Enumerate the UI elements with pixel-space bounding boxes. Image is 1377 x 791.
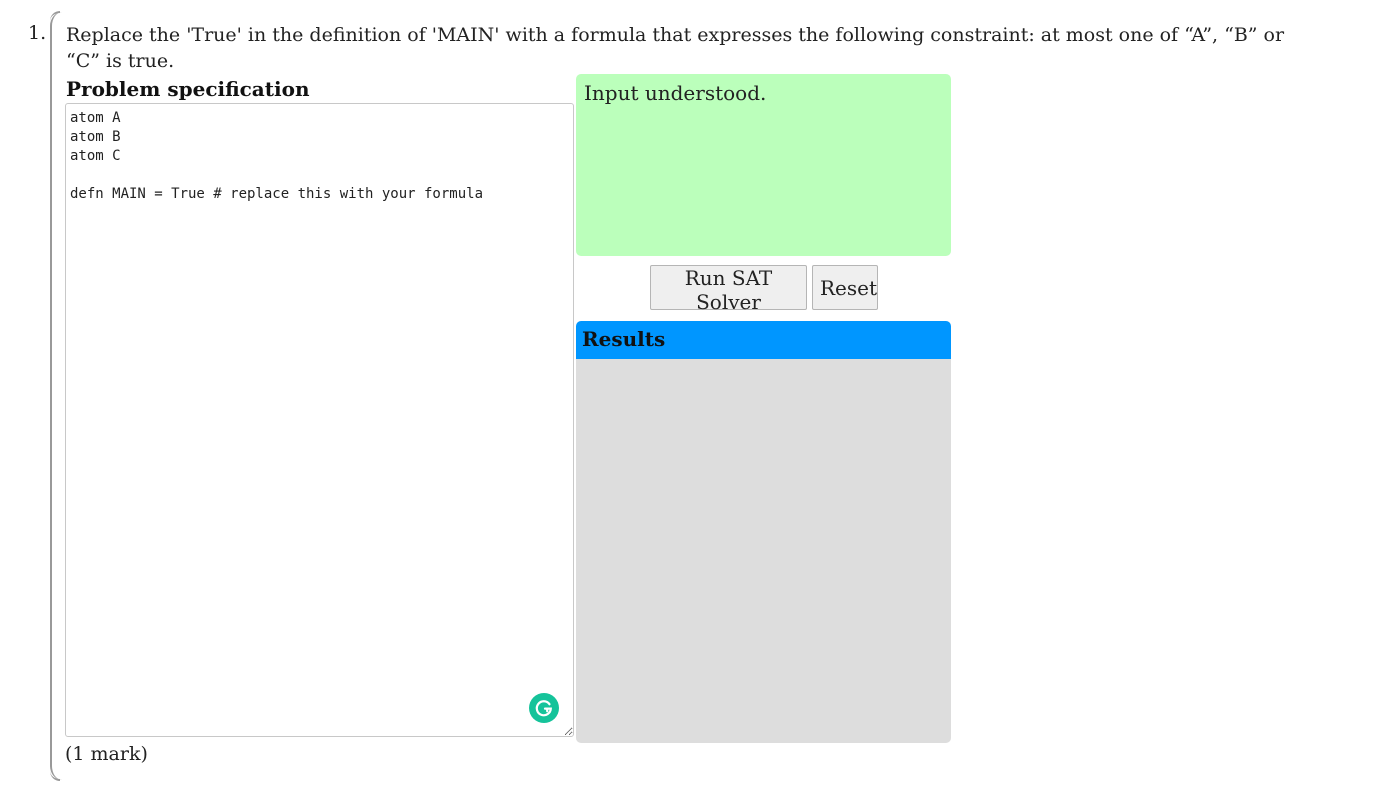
results-header: Results: [576, 321, 951, 359]
grammarly-g-glyph: [535, 700, 552, 717]
status-panel: Input understood.: [576, 74, 951, 256]
marks-label: (1 mark): [65, 743, 148, 765]
question-number: 1.: [28, 22, 47, 44]
status-message: Input understood.: [584, 81, 767, 105]
grammarly-icon[interactable]: [529, 693, 559, 723]
problem-specification-heading: Problem specification: [66, 77, 310, 101]
problem-specification-editor[interactable]: atom A atom B atom C defn MAIN = True # …: [65, 103, 574, 737]
question-text: Replace the 'True' in the definition of …: [66, 24, 1285, 72]
results-panel: [576, 359, 951, 743]
question-bracket: [50, 11, 62, 781]
reset-button[interactable]: Reset: [812, 265, 878, 310]
run-sat-solver-button[interactable]: Run SAT Solver: [650, 265, 807, 314]
